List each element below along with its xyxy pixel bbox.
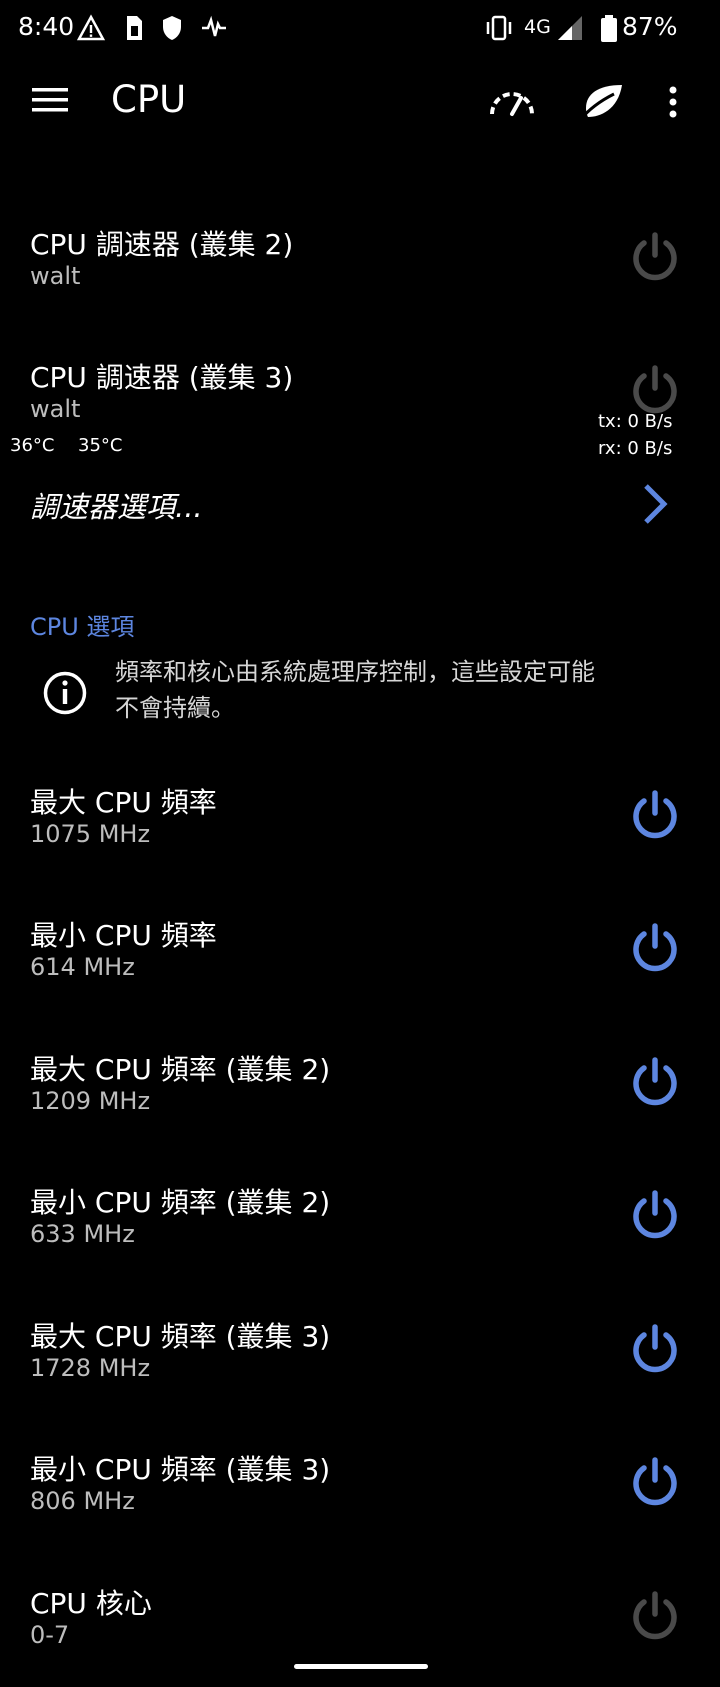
max-cpu-freq-item[interactable]: 最大 CPU 頻率 1075 MHz — [0, 753, 720, 886]
network-rx: rx: 0 B/s — [598, 438, 673, 459]
item-title: CPU 調速器 (叢集 2) — [30, 228, 294, 261]
navigation-alert-icon — [76, 14, 106, 41]
menu-icon[interactable] — [32, 86, 68, 114]
min-cpu-freq-cluster-3-item[interactable]: 最小 CPU 頻率 (叢集 3) 806 MHz — [0, 1420, 720, 1553]
item-title: CPU 核心 — [30, 1587, 152, 1620]
item-title: 最小 CPU 頻率 — [30, 919, 217, 952]
item-title: 最小 CPU 頻率 (叢集 2) — [30, 1186, 331, 1219]
item-value: 0-7 — [30, 1621, 70, 1649]
network-tx: tx: 0 B/s — [598, 411, 673, 432]
sim-card-icon — [127, 16, 142, 40]
signal-icon — [558, 16, 582, 40]
power-icon[interactable] — [628, 789, 682, 843]
power-icon[interactable] — [628, 1456, 682, 1510]
page-title: CPU — [111, 78, 187, 121]
min-cpu-freq-cluster-2-item[interactable]: 最小 CPU 頻率 (叢集 2) 633 MHz — [0, 1153, 720, 1286]
item-value: walt — [30, 395, 81, 423]
power-icon[interactable] — [628, 364, 682, 418]
speedometer-icon[interactable] — [488, 84, 536, 120]
item-value: 1075 MHz — [30, 820, 151, 848]
battery-icon — [601, 15, 617, 42]
item-title: CPU 調速器 (叢集 3) — [30, 361, 294, 394]
item-value: 633 MHz — [30, 1220, 135, 1248]
vibrate-icon — [486, 15, 512, 41]
power-icon[interactable] — [628, 922, 682, 976]
item-title: 最小 CPU 頻率 (叢集 3) — [30, 1453, 331, 1486]
item-value: walt — [30, 262, 81, 290]
info-icon — [43, 671, 87, 715]
temperature-2: 35°C — [78, 435, 123, 456]
item-title: 最大 CPU 頻率 (叢集 2) — [30, 1053, 331, 1086]
item-value: 806 MHz — [30, 1487, 135, 1515]
governor-cluster-2-item[interactable]: CPU 調速器 (叢集 2) walt — [0, 195, 720, 328]
section-header: CPU 選項 — [30, 613, 135, 641]
more-options-icon[interactable] — [668, 86, 678, 118]
max-cpu-freq-cluster-2-item[interactable]: 最大 CPU 頻率 (叢集 2) 1209 MHz — [0, 1020, 720, 1153]
app-bar: CPU — [0, 56, 720, 152]
network-type: 4G — [524, 16, 551, 38]
power-icon[interactable] — [628, 1323, 682, 1377]
shield-icon — [163, 16, 181, 40]
home-gesture-bar[interactable] — [294, 1664, 428, 1669]
leaf-icon[interactable] — [578, 82, 626, 122]
power-icon[interactable] — [628, 1590, 682, 1644]
item-title: 最大 CPU 頻率 (叢集 3) — [30, 1320, 331, 1353]
governor-options-label: 調速器選項... — [30, 490, 203, 524]
info-text: 頻率和核心由系統處理序控制，這些設定可能不會持續。 — [115, 658, 595, 722]
chevron-right-icon — [644, 484, 668, 524]
power-icon[interactable] — [628, 1189, 682, 1243]
status-time: 8:40 — [18, 12, 75, 41]
min-cpu-freq-item[interactable]: 最小 CPU 頻率 614 MHz — [0, 886, 720, 1019]
item-value: 614 MHz — [30, 953, 135, 981]
battery-percent: 87% — [622, 12, 678, 41]
temperature-1: 36°C — [10, 435, 55, 456]
power-icon[interactable] — [628, 1056, 682, 1110]
item-value: 1209 MHz — [30, 1087, 151, 1115]
max-cpu-freq-cluster-3-item[interactable]: 最大 CPU 頻率 (叢集 3) 1728 MHz — [0, 1287, 720, 1420]
status-bar: 8:40 4G 87% — [0, 0, 720, 56]
pulse-icon — [202, 15, 226, 37]
item-value: 1728 MHz — [30, 1354, 151, 1382]
power-icon[interactable] — [628, 231, 682, 285]
item-title: 最大 CPU 頻率 — [30, 786, 217, 819]
